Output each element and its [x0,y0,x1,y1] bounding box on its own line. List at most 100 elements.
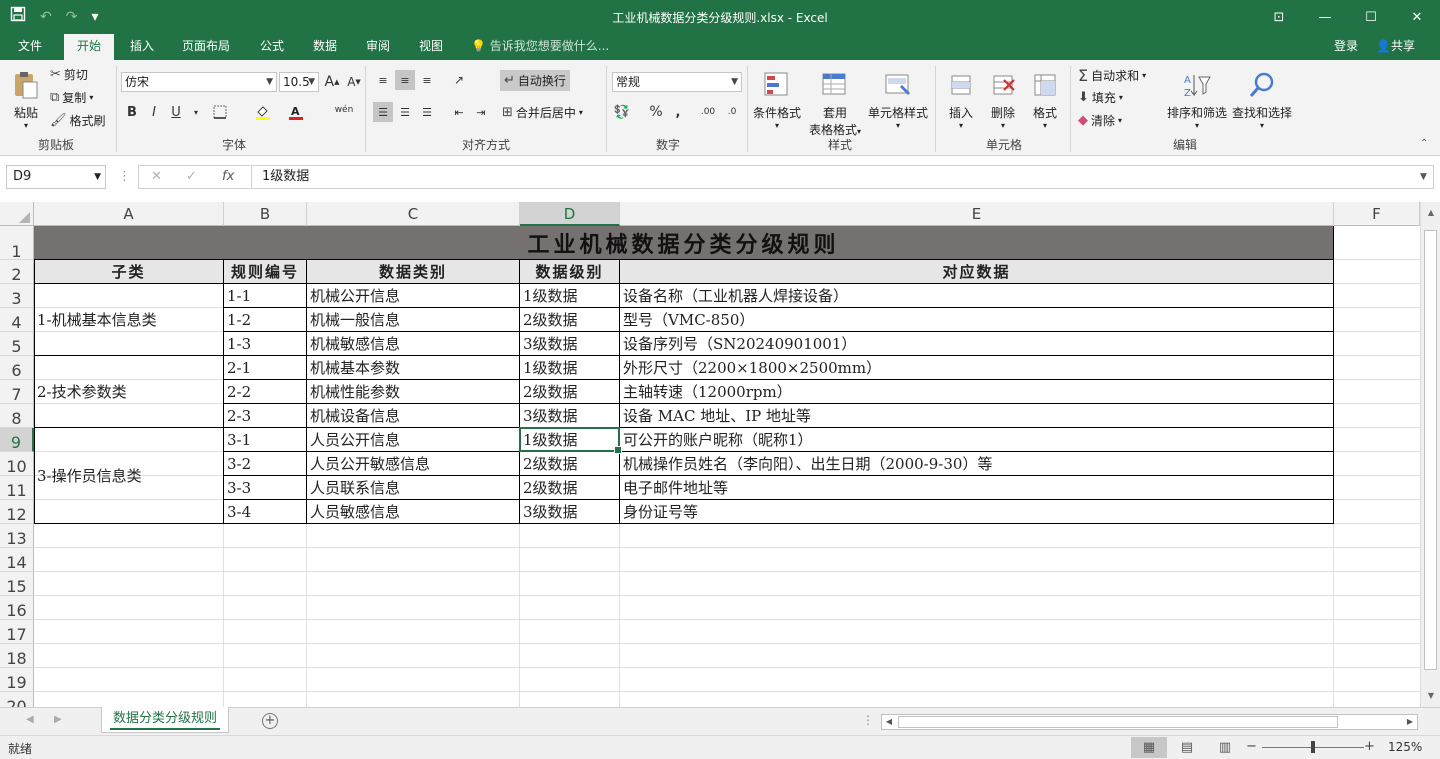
tab-review[interactable]: 审阅 [356,34,400,60]
bold-button[interactable]: B [122,102,142,122]
expand-formula-bar-icon[interactable]: ▼ [1420,165,1427,189]
subclass-cell[interactable]: 3-操作员信息类 [34,428,224,524]
level-cell[interactable]: 2级数据 [520,476,620,500]
data-cell[interactable]: 型号（VMC-850） [620,308,1334,332]
select-all-button[interactable] [0,202,34,226]
column-header-c[interactable]: C [307,202,520,226]
row-header-19[interactable]: 19 [0,668,34,692]
sheet-title-cell[interactable]: 工业机械数据分类分级规则 [34,226,1334,260]
row-header-15[interactable]: 15 [0,572,34,596]
zoom-in-button[interactable]: + [1364,739,1375,754]
category-cell[interactable]: 机械性能参数 [307,380,520,404]
maximize-button[interactable]: ☐ [1348,0,1394,34]
data-cell[interactable]: 外形尺寸（2200×1800×2500mm） [620,356,1334,380]
column-header-f[interactable]: F [1334,202,1420,226]
table-header-cell[interactable]: 对应数据 [620,260,1334,284]
vertical-scroll-thumb[interactable] [1424,230,1437,670]
add-sheet-button[interactable]: + [262,713,278,729]
level-cell[interactable]: 1级数据 [520,356,620,380]
level-cell[interactable]: 2级数据 [520,452,620,476]
insert-function-icon[interactable]: fx [222,165,234,189]
row-header-13[interactable]: 13 [0,524,34,548]
row-header-3[interactable]: 3 [0,284,34,308]
tab-file[interactable]: 文件 [8,34,52,60]
align-left-icon[interactable]: ☰ [373,102,393,122]
row-header-18[interactable]: 18 [0,644,34,668]
scroll-right-icon[interactable]: ▶ [1403,715,1417,729]
formula-input[interactable]: 1级数据 [251,165,1434,189]
zoom-slider-thumb[interactable] [1311,741,1315,753]
page-layout-view-icon[interactable]: ▤ [1169,737,1205,758]
data-cell[interactable]: 主轴转速（12000rpm） [620,380,1334,404]
comma-button[interactable]: , [668,102,688,122]
align-bottom-icon[interactable]: ≡ [417,70,437,90]
tab-data[interactable]: 数据 [303,34,347,60]
data-cell[interactable]: 设备名称（工业机器人焊接设备） [620,284,1334,308]
paste-button[interactable]: 粘贴 ▾ [8,68,44,130]
category-cell[interactable]: 人员联系信息 [307,476,520,500]
horizontal-scroll-thumb[interactable] [898,716,1338,728]
decrease-decimal-icon[interactable]: .0 [722,102,742,122]
format-as-table-button[interactable]: 套用 表格格式▾ [806,68,864,138]
rule-id-cell[interactable]: 2-2 [224,380,307,404]
tab-formulas[interactable]: 公式 [250,34,294,60]
row-header-1[interactable]: 1 [0,226,34,261]
level-cell[interactable]: 3级数据 [520,332,620,356]
table-header-cell[interactable]: 数据类别 [307,260,520,284]
category-cell[interactable]: 人员敏感信息 [307,500,520,524]
row-header-10[interactable]: 10 [0,452,34,476]
fill-color-icon[interactable] [253,102,273,122]
align-top-icon[interactable]: ≡ [373,70,393,90]
category-cell[interactable]: 人员公开敏感信息 [307,452,520,476]
rule-id-cell[interactable]: 3-1 [224,428,307,452]
page-break-view-icon[interactable]: ▥ [1207,737,1243,758]
scroll-up-icon[interactable]: ▲ [1421,204,1440,222]
phonetic-guide-button[interactable]: wén [331,100,357,120]
cell-styles-button[interactable]: 单元格样式 ▾ [866,68,930,130]
close-button[interactable]: ✕ [1394,0,1440,34]
ribbon-display-options-icon[interactable]: ⊡ [1256,0,1302,34]
collapse-ribbon-icon[interactable]: ⌃ [1420,138,1428,149]
tab-page-layout[interactable]: 页面布局 [174,34,238,60]
decrease-indent-icon[interactable]: ⇤ [449,102,469,122]
shrink-font-button[interactable]: A ▼ [344,72,364,92]
merge-center-button[interactable]: ⊞ 合并后居中 ▾ [502,104,583,121]
clear-button[interactable]: ◆ 清除 ▾ [1078,112,1122,129]
data-cell[interactable]: 可公开的账户昵称（昵称1） [620,428,1334,452]
rule-id-cell[interactable]: 1-1 [224,284,307,308]
row-header-16[interactable]: 16 [0,596,34,620]
category-cell[interactable]: 人员公开信息 [307,428,520,452]
column-header-b[interactable]: B [224,202,307,226]
level-cell[interactable]: 2级数据 [520,308,620,332]
level-cell[interactable]: 1级数据 [520,284,620,308]
orientation-icon[interactable]: ↗ [449,70,469,90]
prev-sheet-icon[interactable]: ◀ [26,714,34,725]
format-painter-button[interactable]: 🖌 格式刷 [50,112,106,129]
wrap-text-button[interactable]: ↵ 自动换行 [500,70,570,91]
cancel-icon[interactable]: ✕ [151,165,162,189]
category-cell[interactable]: 机械设备信息 [307,404,520,428]
percent-button[interactable]: % [646,102,666,122]
subclass-cell[interactable]: 2-技术参数类 [34,356,224,428]
font-size-combo[interactable]: 10.5 ▼ [279,72,319,92]
font-color-icon[interactable]: A [286,102,306,122]
row-header-4[interactable]: 4 [0,308,34,332]
font-name-combo[interactable]: 仿宋 ▼ [121,72,277,92]
row-header-17[interactable]: 17 [0,620,34,644]
next-sheet-icon[interactable]: ▶ [54,714,62,725]
copy-button[interactable]: ⧉ 复制 ▾ [50,89,93,106]
column-header-a[interactable]: A [34,202,224,226]
number-format-combo[interactable]: 常规 ▼ [612,72,742,92]
data-cell[interactable]: 设备序列号（SN20240901001） [620,332,1334,356]
row-header-20[interactable]: 20 [0,692,34,707]
data-cell[interactable]: 电子邮件地址等 [620,476,1334,500]
chevron-down-icon[interactable]: ▾ [186,102,206,122]
borders-icon[interactable] [210,102,230,122]
tab-split-handle[interactable]: ⋮ [862,713,874,727]
insert-cells-button[interactable]: 插入 ▾ [940,68,982,130]
category-cell[interactable]: 机械基本参数 [307,356,520,380]
data-cell[interactable]: 机械操作员姓名（李向阳）、出生日期（2000-9-30）等 [620,452,1334,476]
name-box[interactable]: D9 ▼ [6,165,106,189]
rule-id-cell[interactable]: 3-3 [224,476,307,500]
find-select-button[interactable]: 查找和选择 ▾ [1230,68,1294,130]
